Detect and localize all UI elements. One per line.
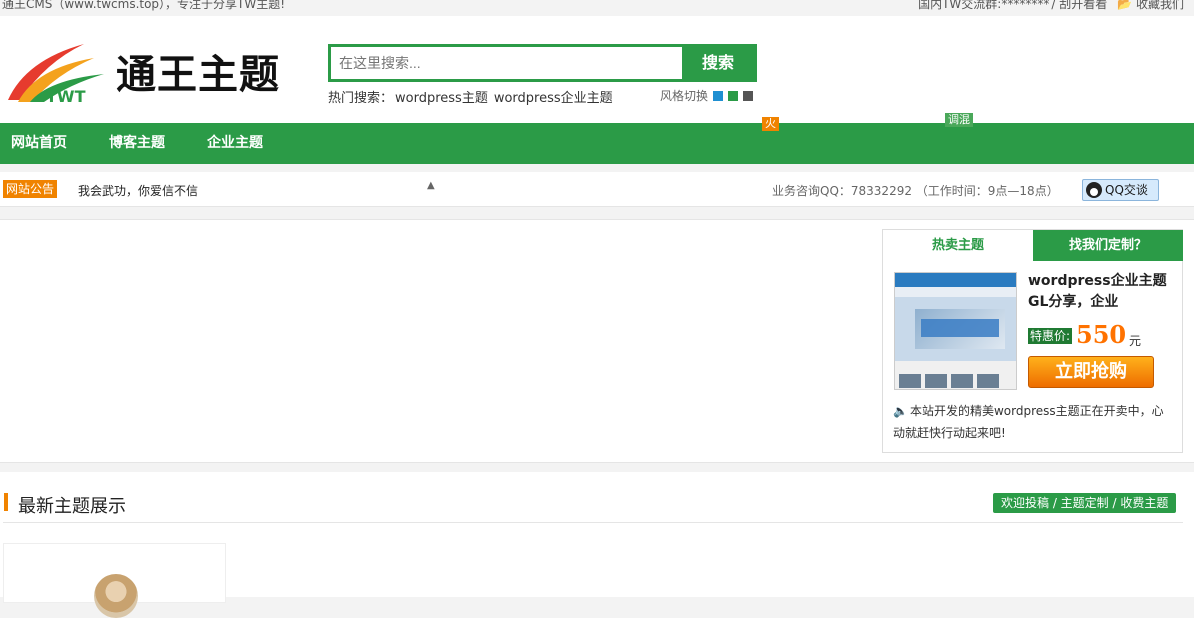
hot-sale-panel: 热卖主题 找我们定制？ wordpress企业主题GL分享，企业 特惠价: 55… (882, 229, 1183, 453)
tune-badge: 调混 (945, 113, 973, 127)
logo-swoosh-icon: TWT (8, 44, 104, 104)
thumb-photo (925, 374, 947, 388)
qq-chat-label: QQ交谈 (1105, 183, 1148, 197)
nav-item-home[interactable]: 网站首页 (11, 123, 67, 164)
product-title[interactable]: wordpress企业主题GL分享，企业 (1028, 271, 1178, 313)
hot-item-wordpress-enterprise[interactable]: wordpress企业主题 (494, 91, 613, 106)
search-box: 搜索 (328, 44, 757, 82)
contribute-button[interactable]: 欢迎投稿 / 主题定制 / 收费主题 (993, 493, 1177, 513)
svg-text:TWT: TWT (46, 87, 86, 104)
tab-hot-themes[interactable]: 热卖主题 (883, 230, 1033, 261)
thumb-photo (951, 374, 973, 388)
price-unit: 元 (1129, 334, 1142, 348)
theme-card[interactable] (3, 543, 226, 618)
promo-text: 本站开发的精美wordpress主题正在开卖中，心动就赶快行动起来吧! (893, 404, 1164, 440)
section-heading: 最新主题展示 (18, 496, 126, 517)
top-links: 国内TW交流群:******** / 刮开看看 📂 收藏我们 (918, 0, 1184, 10)
site-logo[interactable]: TWT 通王主题 (6, 40, 286, 106)
main-nav: 网站首页 博客主题 企业主题 (0, 123, 1194, 164)
logo-title: 通王主题 (116, 51, 280, 98)
favorite-label: 收藏我们 (1135, 0, 1184, 11)
site-intro: 通王CMS（www.twcms.top），专注于分享TW主题! (2, 0, 286, 11)
hot-searches: 热门搜索： wordpress主题 wordpress企业主题 (328, 87, 619, 106)
thumb-photo (977, 374, 999, 388)
style-switch-label: 风格切换 (660, 89, 709, 103)
qq-chat-button[interactable]: QQ交谈 (1082, 179, 1159, 201)
thumb-photo (899, 374, 921, 388)
hot-item-wordpress-theme[interactable]: wordpress主题 (395, 91, 488, 106)
section-divider (3, 522, 1183, 523)
site-header: TWT 通王主题 搜索 热门搜索：wordpress主题 wordpress企业主… (0, 16, 1194, 123)
qq-group-text: 国内TW交流群:******** (918, 0, 1050, 11)
avatar (94, 574, 138, 618)
style-switcher: 风格切换 (660, 87, 754, 104)
panel-tabs: 热卖主题 找我们定制？ (883, 230, 1183, 261)
consult-info: 业务咨询QQ：78332292 （工作时间：9点—18点） (772, 184, 1059, 198)
style-gray-swatch[interactable] (743, 90, 754, 101)
thumb-banner (921, 319, 999, 337)
qq-penguin-icon (1086, 182, 1102, 198)
top-bar: 通王CMS（www.twcms.top），专注于分享TW主题! 国内TW交流群:… (0, 0, 1194, 16)
nav-item-blog-themes[interactable]: 博客主题 (109, 123, 165, 164)
style-green-swatch[interactable] (728, 90, 739, 101)
price-value: 550 (1076, 320, 1127, 349)
search-input[interactable] (331, 47, 683, 79)
section-accent-bar (4, 493, 8, 511)
speaker-icon: 🔈 (893, 404, 908, 418)
favorite-link[interactable]: 📂 收藏我们 (1117, 0, 1184, 10)
price-label: 特惠价: (1028, 328, 1073, 344)
hot-label: 热门搜索： (328, 91, 394, 106)
buy-now-button[interactable]: 立即抢购 (1028, 356, 1154, 388)
reveal-link[interactable]: / 刮开看看 (1051, 0, 1107, 10)
product-thumbnail[interactable] (894, 272, 1017, 390)
nav-item-enterprise-themes[interactable]: 企业主题 (207, 123, 263, 164)
folder-icon: 📂 (1117, 0, 1133, 11)
style-blue-swatch[interactable] (713, 90, 724, 101)
scroll-up-icon[interactable]: ▲ (427, 180, 435, 191)
notice-bar: 网站公告 我会武功，你爱信不信 ▲ 业务咨询QQ：78332292 （工作时间：… (0, 172, 1194, 207)
latest-themes-section: 最新主题展示 欢迎投稿 / 主题定制 / 收费主题 (0, 472, 1194, 618)
notice-tag: 网站公告 (3, 180, 58, 198)
promo-description: 🔈 本站开发的精美wordpress主题正在开卖中，心动就赶快行动起来吧! (893, 400, 1175, 444)
notice-message[interactable]: 我会武功，你爱信不信 (78, 182, 198, 199)
tab-custom-order[interactable]: 找我们定制？ (1033, 230, 1183, 261)
search-button[interactable]: 搜索 (682, 47, 754, 79)
hot-badge: 火 (762, 117, 779, 131)
main-banner-area: 热卖主题 找我们定制？ wordpress企业主题GL分享，企业 特惠价: 55… (0, 219, 1194, 463)
